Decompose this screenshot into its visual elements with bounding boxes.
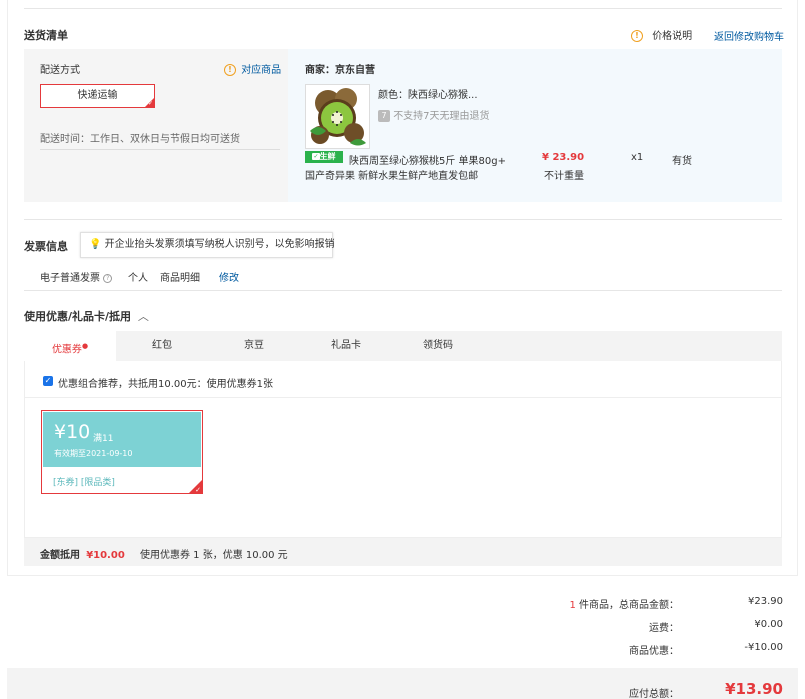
invoice-tip-text: 开企业抬头发票须填写纳税人识别号，以免影响报销 — [104, 239, 335, 250]
no-return-note: 7 不支持7天无理由退货 — [378, 107, 490, 122]
tab-red-packet[interactable]: 红包 — [116, 331, 208, 361]
product-name-line-2[interactable]: 国产奇异果 新鲜水果生鲜产地直发包邮 — [305, 167, 478, 182]
product-image[interactable] — [305, 84, 370, 149]
invoice-edit-link[interactable]: 修改 — [219, 269, 239, 284]
invoice-type-text: 电子普通发票 — [40, 273, 100, 284]
goods-count-line: 1 件商品，总商品金额： — [569, 596, 679, 611]
help-icon[interactable]: ? — [103, 273, 113, 283]
coupon-sum-value: ¥10.00 — [86, 550, 125, 561]
coupon-expiry: 有效期至2021-09-10 — [54, 449, 133, 458]
invoice-title: 发票信息 — [24, 240, 68, 253]
freight-value: ¥0.00 — [754, 619, 783, 630]
goods-count-suffix: 件商品，总商品金额： — [579, 600, 679, 611]
payable-value: ¥13.90 — [725, 680, 783, 698]
weight-note: 不计重量 — [544, 171, 584, 182]
check-icon: ✓ — [147, 100, 153, 107]
tab-coupon-label: 优惠券 — [51, 344, 82, 356]
seller-name: 商家：京东自营 — [305, 65, 375, 76]
match-goods[interactable]: ! 对应商品 — [224, 61, 281, 76]
back-to-cart-link[interactable]: 返回修改购物车 — [714, 28, 784, 43]
chevron-up-icon: ︿ — [137, 310, 149, 323]
price-note-link[interactable]: 价格说明 — [652, 31, 692, 42]
top-divider — [24, 8, 782, 9]
stock-status: 有货 — [672, 156, 692, 167]
express-shipping-option[interactable]: 快递运输 ✓ — [40, 84, 155, 108]
no-return-icon: 7 — [378, 110, 390, 122]
coupon-threshold: 满11 — [93, 434, 114, 444]
product-qty: x1 — [631, 152, 644, 163]
coupon-tags: [东券] [限品类] — [53, 478, 115, 488]
fresh-badge: ✓生鲜 — [305, 151, 343, 163]
product-price: ¥ 23.90 — [542, 152, 585, 163]
payable-label: 应付总额： — [629, 689, 679, 699]
coupon-section-title-text: 使用优惠/礼品卡/抵用 — [24, 310, 132, 323]
invoice-type: 电子普通发票 ? — [40, 269, 113, 284]
goods-count: 1 — [569, 600, 576, 611]
fresh-badge-icon: ✓ — [312, 153, 320, 160]
delivery-time-text: 配送时间：工作日、双休日与节假日均可送货 — [40, 134, 240, 145]
product-name-line-1[interactable]: 陕西周至绿心猕猴桃5斤 单果80g+ — [349, 152, 506, 167]
total-bar — [7, 668, 798, 699]
coupon-summary: 金额抵用 ¥10.00 使用优惠券 1 张，优惠 10.00 元 — [40, 546, 288, 561]
recommend-checkbox[interactable]: ✓ — [43, 376, 53, 386]
delivery-method-label: 配送方式 — [40, 65, 80, 76]
tab-gift-card[interactable]: 礼品卡 — [300, 331, 392, 361]
coupon-sum-label: 金额抵用 — [40, 550, 80, 561]
coupon-amount: ¥10 — [54, 421, 91, 443]
no-return-text: 不支持7天无理由退货 — [393, 111, 490, 122]
product-color: 颜色：陕西绿心猕猴... — [378, 90, 478, 101]
info-icon: ! — [631, 30, 643, 42]
fresh-badge-text: 生鲜 — [319, 152, 336, 161]
coupon-divider — [24, 290, 782, 291]
discount-value: -¥10.00 — [744, 642, 783, 653]
coupon-tabs: 优惠券● 红包 京豆 礼品卡 领货码 — [24, 331, 782, 361]
freight-label: 运费： — [649, 623, 679, 634]
invoice-detail: 商品明细 — [160, 273, 200, 284]
kiwi-image — [306, 85, 369, 148]
coupon-card-top: ¥10 满11 有效期至2021-09-10 — [43, 412, 201, 467]
check-icon: ✓ — [195, 486, 201, 494]
tab-coupon[interactable]: 优惠券● — [24, 331, 116, 361]
lightbulb-icon: 💡 — [89, 239, 102, 250]
price-note[interactable]: ! 价格说明 — [631, 27, 692, 42]
discount-label: 商品优惠： — [629, 646, 679, 657]
coupon-sum-detail: 使用优惠券 1 张，优惠 10.00 元 — [139, 550, 288, 561]
goods-amount: ¥23.90 — [748, 596, 783, 607]
delivery-time-divider — [40, 149, 280, 150]
coupon-section-title[interactable]: 使用优惠/礼品卡/抵用 ︿ — [24, 308, 149, 324]
invoice-person: 个人 — [128, 273, 148, 284]
delivery-title: 送货清单 — [24, 29, 68, 42]
express-shipping-label: 快递运输 — [77, 90, 118, 101]
invoice-divider — [24, 219, 782, 220]
coupon-card[interactable]: ¥10 满11 有效期至2021-09-10 [东券] [限品类] ✓ — [41, 410, 203, 494]
match-goods-link[interactable]: 对应商品 — [241, 65, 281, 76]
recommend-text: 优惠组合推荐，共抵用10.00元：使用优惠券1张 — [58, 379, 273, 390]
new-dot-icon: ● — [81, 342, 89, 350]
invoice-tip: 💡 开企业抬头发票须填写纳税人识别号，以免影响报销 — [80, 232, 335, 258]
recommend-divider — [25, 397, 781, 398]
tab-jingdou[interactable]: 京豆 — [208, 331, 300, 361]
tab-pickup-code[interactable]: 领货码 — [392, 331, 484, 361]
info-icon: ! — [224, 64, 236, 76]
